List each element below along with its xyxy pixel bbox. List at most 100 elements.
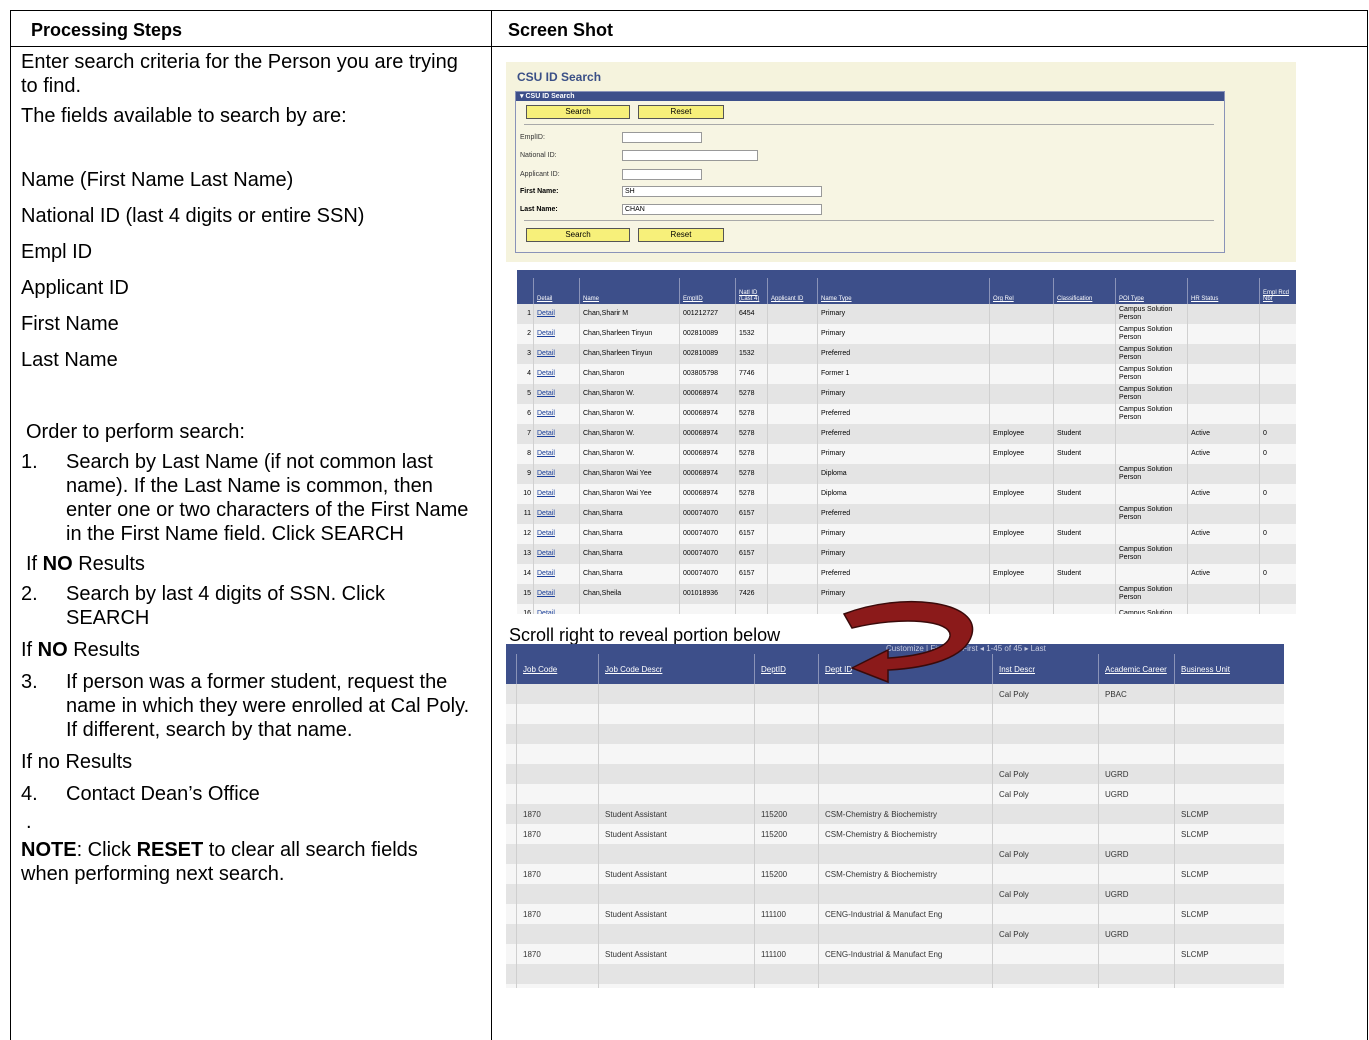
table-cell: 14 bbox=[523, 570, 531, 577]
table-cell: 10 bbox=[523, 490, 531, 497]
detail-link[interactable]: Detail bbox=[533, 444, 579, 464]
detail-link[interactable]: Detail bbox=[533, 384, 579, 404]
table-cell: 001212727 bbox=[679, 304, 735, 324]
table-cell bbox=[679, 604, 735, 614]
table-cell bbox=[1053, 344, 1115, 364]
search-button-bottom[interactable]: Search bbox=[526, 228, 630, 242]
table-cell bbox=[1187, 464, 1259, 484]
column-header[interactable]: Name bbox=[579, 278, 679, 304]
table-row: 9 Detail Chan,Sharon Wai Yee 000068974 5278 D… bbox=[517, 464, 1296, 484]
table-cell: 111100 bbox=[754, 944, 818, 964]
table-cell bbox=[516, 984, 598, 988]
detail-link[interactable]: Detail bbox=[533, 464, 579, 484]
reset-button[interactable]: Reset bbox=[638, 105, 724, 119]
detail-link[interactable]: Detail bbox=[533, 544, 579, 564]
table-cell: Campus Solution Person bbox=[1115, 464, 1187, 484]
national-id-label: National ID: bbox=[520, 152, 557, 159]
table-cell bbox=[1174, 984, 1284, 988]
table-cell bbox=[818, 784, 992, 804]
reset-button-bottom[interactable]: Reset bbox=[638, 228, 724, 242]
detail-link[interactable]: Detail bbox=[533, 424, 579, 444]
detail-link[interactable]: Detail bbox=[533, 304, 579, 324]
table-cell bbox=[1053, 384, 1115, 404]
table-cell: 0 bbox=[1259, 424, 1296, 444]
table-cell: 5278 bbox=[735, 404, 767, 424]
emplid-field[interactable] bbox=[622, 132, 702, 143]
last-name-field[interactable]: CHAN bbox=[622, 204, 822, 215]
table-cell: 0 bbox=[1259, 484, 1296, 504]
table-row: 4 Detail Chan,Sharon 003805798 7746 Former 1 C… bbox=[517, 364, 1296, 384]
table-cell bbox=[1098, 744, 1174, 764]
table-cell bbox=[989, 364, 1053, 384]
table-cell: 8 bbox=[527, 450, 531, 457]
detail-link[interactable]: Detail bbox=[533, 504, 579, 524]
table-cell: Cal Poly bbox=[992, 764, 1098, 784]
column-header[interactable]: Academic Career bbox=[1098, 654, 1174, 684]
no-results-label: If NO Results bbox=[26, 553, 145, 575]
column-header[interactable]: Classification bbox=[1053, 278, 1115, 304]
grid-rows: Cal Poly PBAC Cal Poly UGRD Cal Poly UGRD 1870… bbox=[506, 684, 1284, 988]
detail-link[interactable]: Detail bbox=[533, 584, 579, 604]
detail-link[interactable]: Detail bbox=[533, 364, 579, 384]
table-cell: Campus Solution Person bbox=[1115, 584, 1187, 604]
table-row: 2 Detail Chan,Sharleen Tinyun 002810089 1532… bbox=[517, 324, 1296, 344]
column-header[interactable]: EmplID bbox=[679, 278, 735, 304]
field-item: Empl ID bbox=[21, 241, 93, 263]
table-cell bbox=[989, 544, 1053, 564]
column-header[interactable]: Detail bbox=[533, 278, 579, 304]
column-header[interactable]: Org Rel bbox=[989, 278, 1053, 304]
table-cell: Primary bbox=[817, 544, 989, 564]
table-cell bbox=[1098, 864, 1174, 884]
table-cell: 5278 bbox=[735, 464, 767, 484]
column-header[interactable]: Natl ID (Last 4) bbox=[735, 278, 767, 304]
table-cell bbox=[767, 464, 817, 484]
table-cell bbox=[1259, 364, 1296, 384]
table-cell bbox=[516, 924, 598, 944]
column-header[interactable]: Job Code Descr bbox=[598, 654, 754, 684]
table-cell bbox=[579, 604, 679, 614]
column-header[interactable]: POI Type bbox=[1115, 278, 1187, 304]
column-header[interactable]: Job Code bbox=[516, 654, 598, 684]
column-header[interactable]: HR Status bbox=[1187, 278, 1259, 304]
applicant-id-field[interactable] bbox=[622, 169, 702, 180]
column-header[interactable]: Name Type bbox=[817, 278, 989, 304]
scroll-caption: Scroll right to reveal portion below bbox=[509, 625, 781, 645]
table-cell: Chan,Sharir M bbox=[579, 304, 679, 324]
detail-link[interactable]: Detail bbox=[533, 404, 579, 424]
table-cell: 0 bbox=[1259, 444, 1296, 464]
table-cell: Chan,Sharon Wai Yee bbox=[579, 484, 679, 504]
table-cell: Employee bbox=[989, 524, 1053, 544]
column-header[interactable]: Inst Descr bbox=[992, 654, 1098, 684]
detail-link[interactable]: Detail bbox=[533, 604, 579, 614]
table-cell bbox=[1259, 464, 1296, 484]
search-button[interactable]: Search bbox=[526, 105, 630, 119]
column-header[interactable]: Business Unit bbox=[1174, 654, 1284, 684]
column-header[interactable]: Empl Rcd Nbr bbox=[1259, 278, 1296, 304]
table-cell bbox=[1259, 404, 1296, 424]
table-cell: 000068974 bbox=[679, 404, 735, 424]
national-id-field[interactable] bbox=[622, 150, 758, 161]
table-cell: CSM-Chemistry & Biochemistry bbox=[818, 804, 992, 824]
detail-link[interactable]: Detail bbox=[533, 484, 579, 504]
table-cell: Chan,Sharleen Tinyun bbox=[579, 344, 679, 364]
table-cell bbox=[1115, 444, 1187, 464]
table-cell: Chan,Sharon bbox=[579, 364, 679, 384]
table-cell bbox=[1174, 884, 1284, 904]
table-cell: 5278 bbox=[735, 424, 767, 444]
table-cell bbox=[818, 924, 992, 944]
first-name-field[interactable]: SH bbox=[622, 186, 822, 197]
detail-link[interactable]: Detail bbox=[533, 324, 579, 344]
detail-link[interactable]: Detail bbox=[533, 524, 579, 544]
table-cell bbox=[992, 944, 1098, 964]
table-cell: Student bbox=[1053, 424, 1115, 444]
table-cell: 000068974 bbox=[679, 484, 735, 504]
table-cell: 16 bbox=[523, 610, 531, 614]
table-cell: Employee bbox=[989, 444, 1053, 464]
detail-link[interactable]: Detail bbox=[533, 564, 579, 584]
table-cell: 3 bbox=[527, 350, 531, 357]
table-row bbox=[506, 704, 1284, 724]
detail-link[interactable]: Detail bbox=[533, 344, 579, 364]
table-row bbox=[506, 964, 1284, 984]
column-header[interactable]: Applicant ID bbox=[767, 278, 817, 304]
column-header[interactable]: DeptID bbox=[754, 654, 818, 684]
